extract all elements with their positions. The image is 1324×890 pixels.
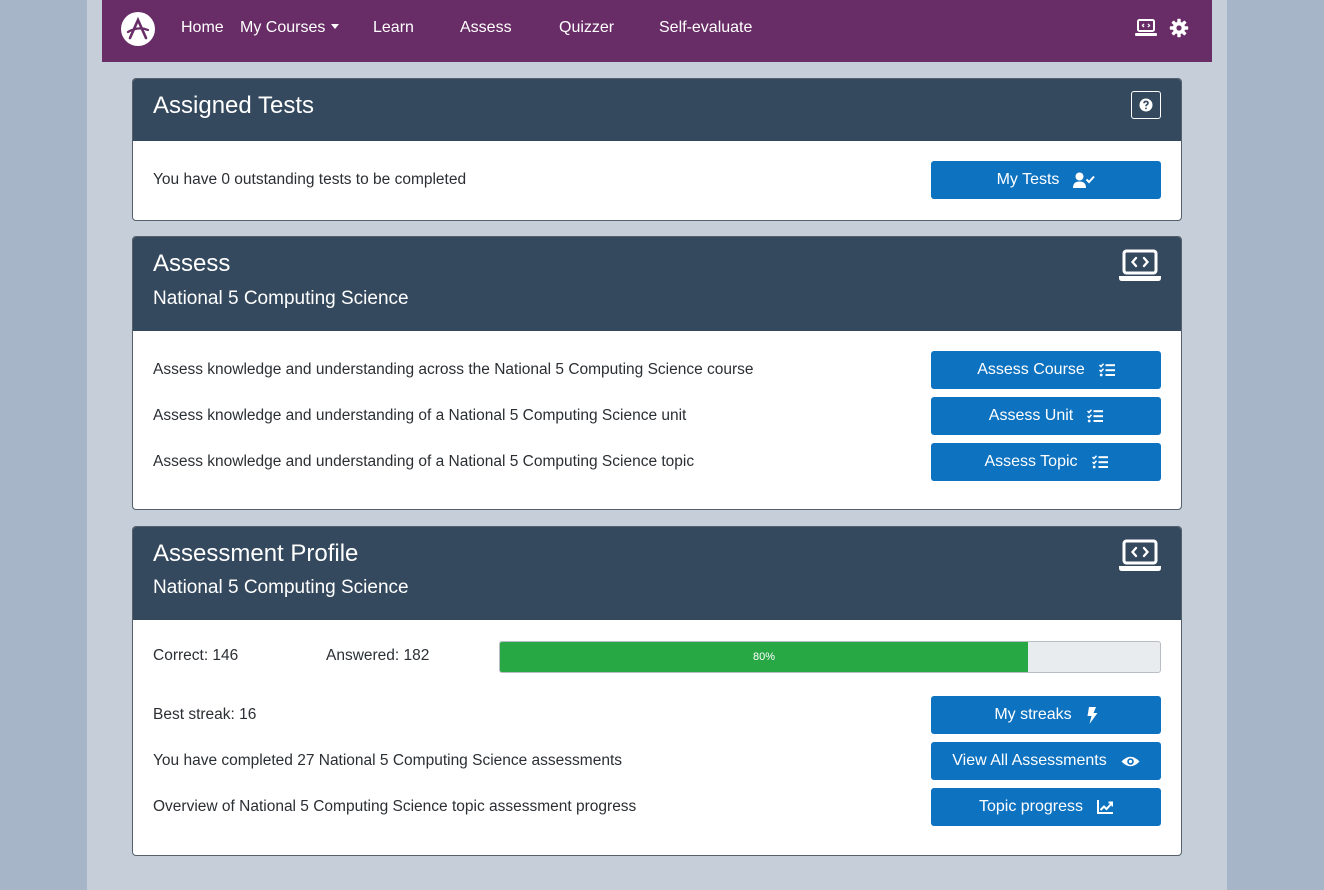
assessment-profile-card: Assessment Profile National 5 Computing … (132, 526, 1182, 856)
assess-card: Assess National 5 Computing Science Asse… (132, 236, 1182, 510)
card-subtitle: National 5 Computing Science (153, 288, 409, 309)
card-subtitle: National 5 Computing Science (153, 577, 409, 598)
button-label: Assess Topic (984, 453, 1078, 470)
button-label: Assess Course (977, 361, 1085, 378)
profile-body: Correct: 146 Answered: 182 80% Best stre… (133, 621, 1181, 855)
assess-header: Assess National 5 Computing Science (133, 237, 1181, 331)
assess-topic-button[interactable]: Assess Topic (931, 443, 1161, 481)
tasks-icon (1098, 363, 1115, 377)
user-check-icon (1073, 172, 1096, 188)
assessment-profile-header: Assessment Profile National 5 Computing … (133, 527, 1181, 620)
chart-line-icon (1097, 800, 1114, 814)
chevron-down-icon (331, 24, 340, 29)
bolt-icon (1087, 706, 1098, 724)
button-label: My Tests (996, 171, 1060, 188)
assess-course-button[interactable]: Assess Course (931, 351, 1161, 389)
tasks-icon (1091, 455, 1108, 469)
assess-unit-text: Assess knowledge and understanding of a … (153, 407, 687, 424)
nav-my-courses[interactable]: My Courses (240, 0, 340, 56)
progress-fill: 80% (500, 642, 1028, 672)
logo-icon[interactable] (121, 12, 155, 46)
card-title: Assigned Tests (153, 92, 314, 119)
nav-self-evaluate[interactable]: Self-evaluate (659, 0, 752, 56)
question-circle-icon (1139, 98, 1153, 112)
best-streak-text: Best streak: 16 (153, 706, 257, 723)
view-all-assessments-button[interactable]: View All Assessments (931, 742, 1161, 780)
my-tests-button[interactable]: My Tests (931, 161, 1161, 199)
card-title: Assess (153, 250, 231, 277)
topic-progress-text: Overview of National 5 Computing Science… (153, 798, 637, 815)
assigned-tests-card: Assigned Tests You have 0 outstanding te… (132, 78, 1182, 221)
assess-topic-text: Assess knowledge and understanding of a … (153, 453, 695, 470)
assess-course-text: Assess knowledge and understanding acros… (153, 361, 754, 378)
button-label: Topic progress (978, 798, 1084, 815)
nav-my-courses-label: My Courses (240, 19, 326, 36)
nav-learn[interactable]: Learn (373, 0, 414, 56)
button-label: View All Assessments (952, 752, 1107, 769)
nav-assess[interactable]: Assess (460, 0, 512, 56)
nav-home[interactable]: Home (181, 0, 224, 56)
answered-count: Answered: 182 (326, 647, 430, 664)
nav-quizzer[interactable]: Quizzer (559, 0, 614, 56)
laptop-code-icon (1119, 539, 1161, 571)
assigned-tests-header: Assigned Tests (133, 79, 1181, 141)
progress-bar: 80% (499, 641, 1161, 673)
outstanding-tests-text: You have 0 outstanding tests to be compl… (153, 171, 467, 188)
gear-icon[interactable] (1169, 18, 1191, 40)
topic-progress-button[interactable]: Topic progress (931, 788, 1161, 826)
tasks-icon (1087, 409, 1104, 423)
completed-assessments-text: You have completed 27 National 5 Computi… (153, 752, 623, 769)
help-button[interactable] (1131, 91, 1161, 119)
laptop-code-icon (1119, 249, 1161, 281)
page-container: Home My Courses Learn Assess Quizzer Sel… (87, 0, 1227, 890)
laptop-code-icon[interactable] (1135, 18, 1157, 40)
my-streaks-button[interactable]: My streaks (931, 696, 1161, 734)
eye-icon (1121, 756, 1140, 766)
button-label: Assess Unit (988, 407, 1074, 424)
correct-count: Correct: 146 (153, 647, 239, 664)
card-title: Assessment Profile (153, 540, 359, 567)
button-label: My streaks (994, 706, 1072, 723)
top-navbar: Home My Courses Learn Assess Quizzer Sel… (102, 0, 1212, 62)
assess-unit-button[interactable]: Assess Unit (931, 397, 1161, 435)
